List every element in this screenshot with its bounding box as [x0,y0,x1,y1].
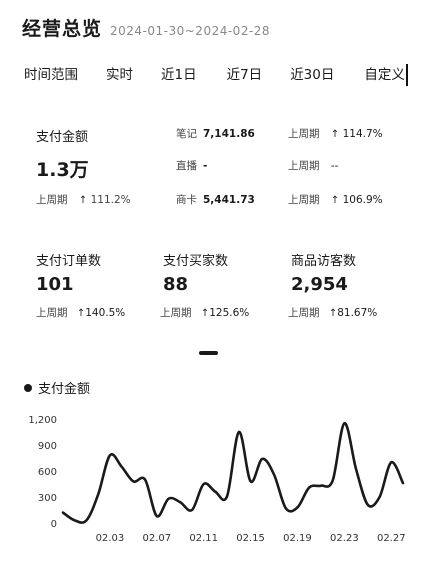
tab-last-7-days[interactable]: 近7日 [227,63,263,83]
comparison-label: 上周期 [288,194,320,206]
y-tick-label: 300 [38,493,57,504]
comparison-value: 125.6% [209,307,250,319]
time-range-tabs: 时间范围 实时 近1日 近7日 近30日 自定义 [24,62,434,86]
up-arrow-icon: ↑ [76,308,86,319]
comparison-label: 上周期 [36,194,68,206]
comparison-label: 上周期 [160,307,192,319]
tab-last-30-days[interactable]: 近30日 [290,63,334,83]
chart-header: 支付金额 [24,378,90,397]
buyers-value: 88 [163,274,189,295]
tab-time-range[interactable]: 时间范围 [24,63,78,83]
buyers-label: 支付买家数 [163,254,229,269]
page-title: 经营总览 [22,18,103,40]
orders-label: 支付订单数 [36,254,102,269]
up-arrow-icon: ↑ [330,129,340,140]
buyers-comparison: 上周期 ↑125.6% [160,305,249,320]
y-tick-label: 1,200 [28,415,57,426]
x-tick-label: 02.27 [377,533,406,544]
comparison-value: 114.7% [342,128,383,140]
y-tick-label: 600 [38,467,57,478]
up-arrow-icon: ↑ [78,195,88,206]
chart-title: 支付金额 [38,382,91,397]
x-tick-label: 02.23 [330,533,359,544]
channel-live-comparison: 上周期 -- [288,158,338,173]
scroll-edge-indicator [406,64,408,86]
payment-amount-value: 1.3万 [36,159,89,181]
x-tick-label: 02.03 [96,533,125,544]
up-arrow-icon: ↑ [328,308,338,319]
channel-notes: 笔记 7,141.86 [176,126,255,141]
x-tick-label: 02.11 [189,533,218,544]
up-arrow-icon: ↑ [200,308,210,319]
tab-custom[interactable]: 自定义 [364,63,405,83]
channel-value: - [203,160,208,172]
x-tick-label: 02.19 [283,533,312,544]
visitors-label: 商品访客数 [291,254,357,269]
channel-notes-comparison: 上周期 ↑ 114.7% [288,126,383,141]
channel-product-card: 商卡 5,441.73 [176,192,255,207]
up-arrow-icon: ↑ [330,195,340,206]
x-tick-label: 02.15 [236,533,265,544]
orders-comparison: 上周期 ↑140.5% [36,305,125,320]
payment-amount-comparison: 上周期 ↑ 111.2% [36,192,131,207]
x-tick-label: 02.07 [142,533,171,544]
payment-amount-line-chart: 0 300 600 900 1,200 02.03 02.07 02.11 02.15 02.19… [28,415,406,544]
visitors-value: 2,954 [291,274,348,295]
comparison-label: 上周期 [288,307,320,319]
channel-name: 直播 [176,160,197,172]
comparison-value: 111.2% [90,194,131,206]
comparison-value: 106.9% [342,194,383,206]
channel-product-card-comparison: 上周期 ↑ 106.9% [288,192,383,207]
channel-name: 商卡 [176,194,197,206]
comparison-value: -- [330,160,339,172]
comparison-label: 上周期 [36,307,68,319]
tab-realtime[interactable]: 实时 [106,63,133,83]
comparison-value: 81.67% [337,307,378,319]
y-tick-label: 0 [51,519,57,530]
comparison-label: 上周期 [288,160,320,172]
comparison-label: 上周期 [288,128,320,140]
tab-last-1-day[interactable]: 近1日 [161,63,197,83]
channel-name: 笔记 [176,128,197,140]
bullet-dot-icon [24,383,32,392]
payment-amount-label: 支付金额 [36,130,89,145]
channel-value: 5,441.73 [203,194,255,206]
page-indicator[interactable] [199,351,218,355]
comparison-value: 140.5% [85,307,126,319]
orders-value: 101 [36,274,74,295]
channel-live: 直播 - [176,158,207,173]
header: 经营总览 2024-01-30~2024-02-28 [22,14,270,41]
channel-value: 7,141.86 [203,128,255,140]
date-range: 2024-01-30~2024-02-28 [110,24,271,38]
y-tick-label: 900 [38,441,57,452]
visitors-comparison: 上周期 ↑81.67% [288,305,377,320]
series-line [61,421,405,524]
